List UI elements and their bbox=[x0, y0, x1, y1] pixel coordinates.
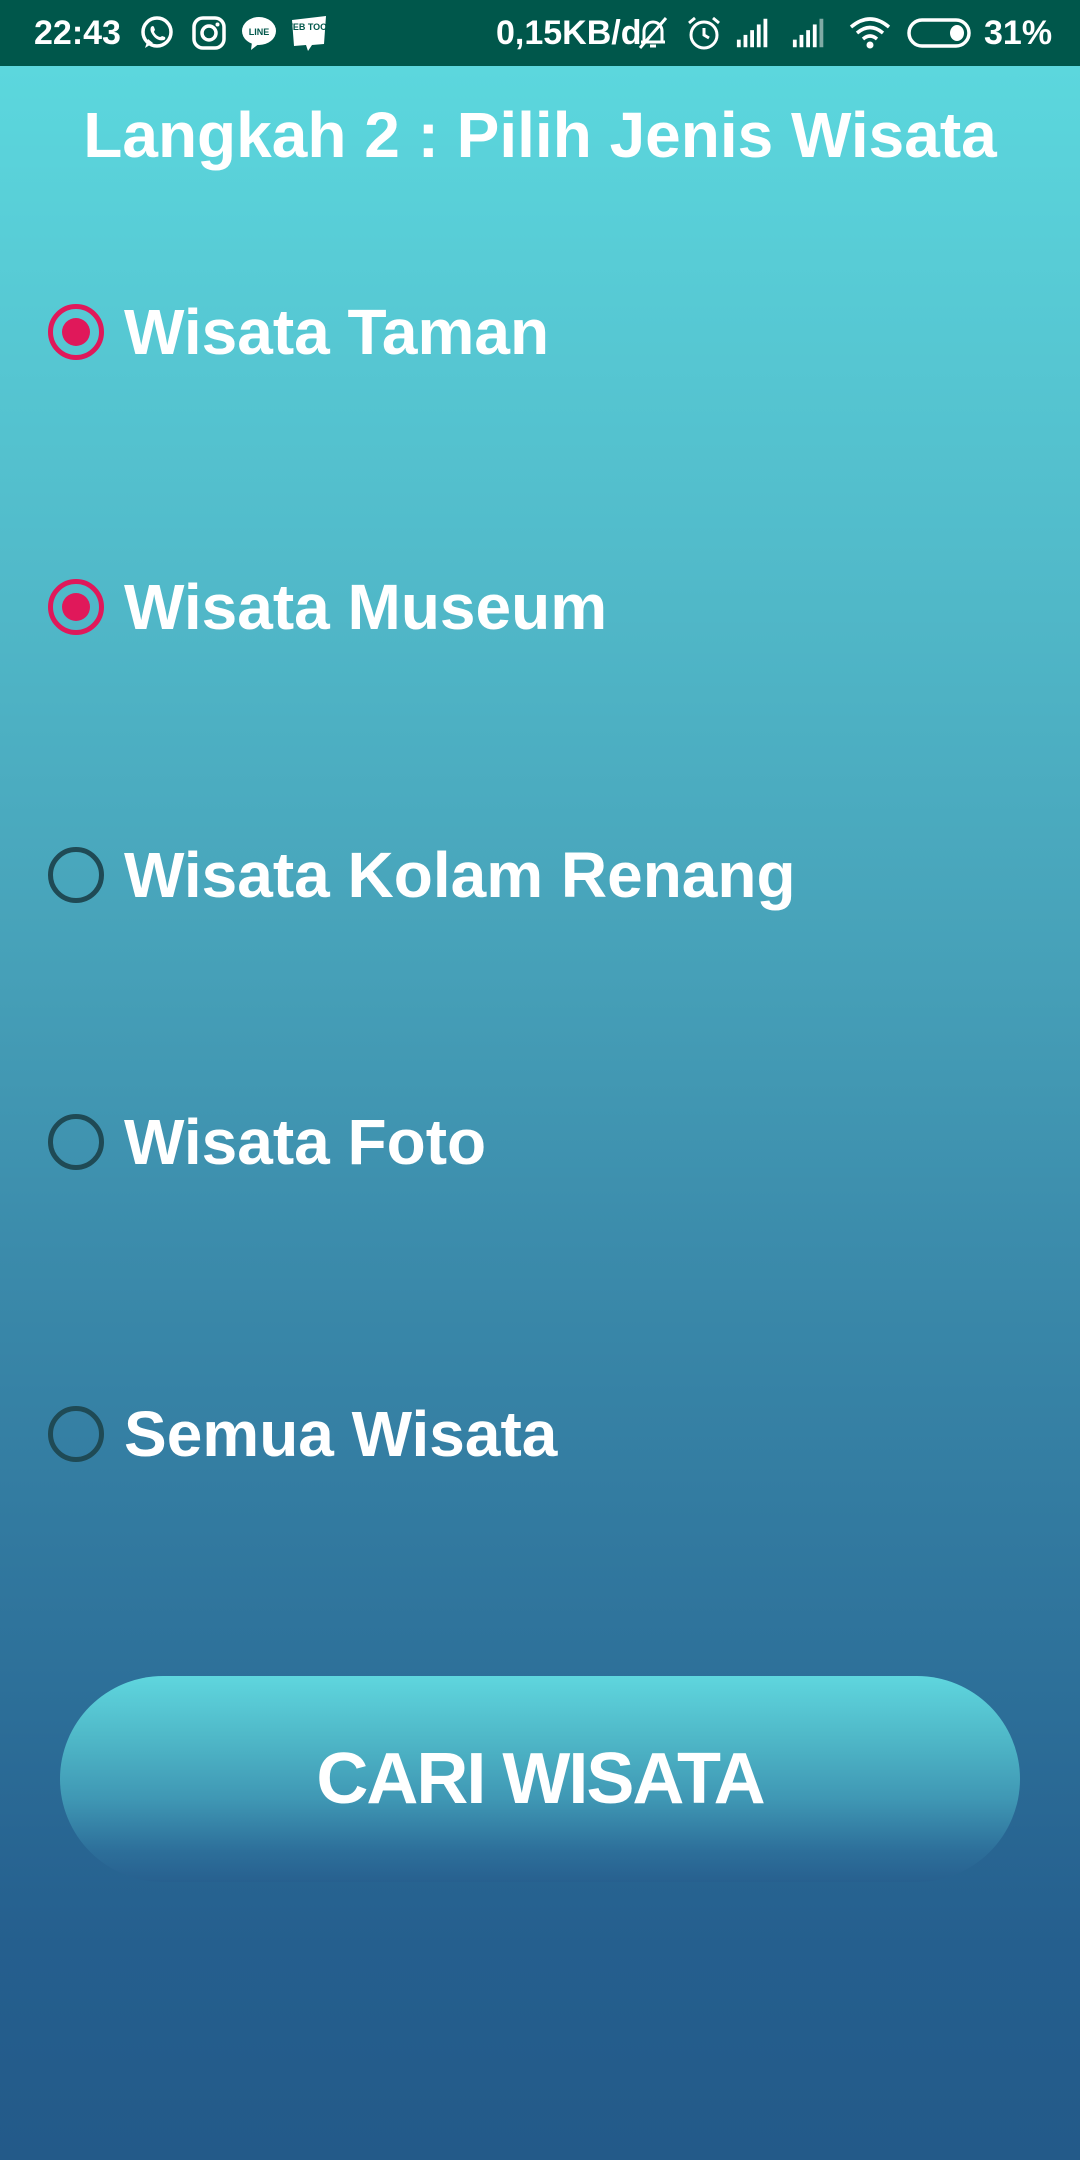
whatsapp-icon bbox=[141, 16, 173, 48]
option-semua-wisata[interactable]: Semua Wisata bbox=[48, 1389, 557, 1479]
radio-button-unchecked[interactable] bbox=[48, 1406, 104, 1462]
instagram-icon bbox=[192, 16, 226, 50]
webtoon-icon: WEB TOON bbox=[290, 16, 328, 51]
line-icon: LINE bbox=[242, 17, 276, 50]
network-speed: 0,15KB/d bbox=[496, 14, 642, 52]
battery-icon bbox=[907, 18, 971, 48]
bell-muted-icon bbox=[638, 17, 668, 49]
option-label: Wisata Kolam Renang bbox=[124, 839, 796, 911]
status-time: 22:43 bbox=[34, 14, 121, 52]
option-label: Semua Wisata bbox=[124, 1398, 558, 1470]
radio-button-checked[interactable] bbox=[48, 304, 104, 360]
option-label: Wisata Foto bbox=[124, 1106, 487, 1178]
option-label: Wisata Taman bbox=[124, 296, 550, 368]
option-label: Wisata Museum bbox=[124, 571, 608, 643]
signal-icon bbox=[736, 18, 768, 48]
signal-icon bbox=[792, 18, 824, 48]
battery-percent: 31% bbox=[984, 14, 1053, 52]
option-wisata-taman[interactable]: Wisata Taman bbox=[48, 287, 549, 377]
radio-button-unchecked[interactable] bbox=[48, 1114, 104, 1170]
alarm-icon bbox=[688, 16, 720, 50]
search-button[interactable]: CARI WISATA bbox=[60, 1676, 1020, 1882]
option-wisata-kolam-renang[interactable]: Wisata Kolam Renang bbox=[48, 830, 796, 920]
wifi-icon bbox=[849, 17, 891, 49]
option-wisata-foto[interactable]: Wisata Foto bbox=[48, 1097, 486, 1187]
radio-button-unchecked[interactable] bbox=[48, 847, 104, 903]
page-title: Langkah 2 : Pilih Jenis Wisata bbox=[83, 99, 997, 171]
webtoon-icon-text: WEB TOON bbox=[290, 22, 328, 32]
radio-button-checked[interactable] bbox=[48, 579, 104, 635]
option-wisata-museum[interactable]: Wisata Museum bbox=[48, 562, 607, 652]
line-icon-text: LINE bbox=[249, 27, 270, 37]
status-bar: 22:43 LINE WEB TOON 0,15KB/d bbox=[0, 0, 1080, 66]
